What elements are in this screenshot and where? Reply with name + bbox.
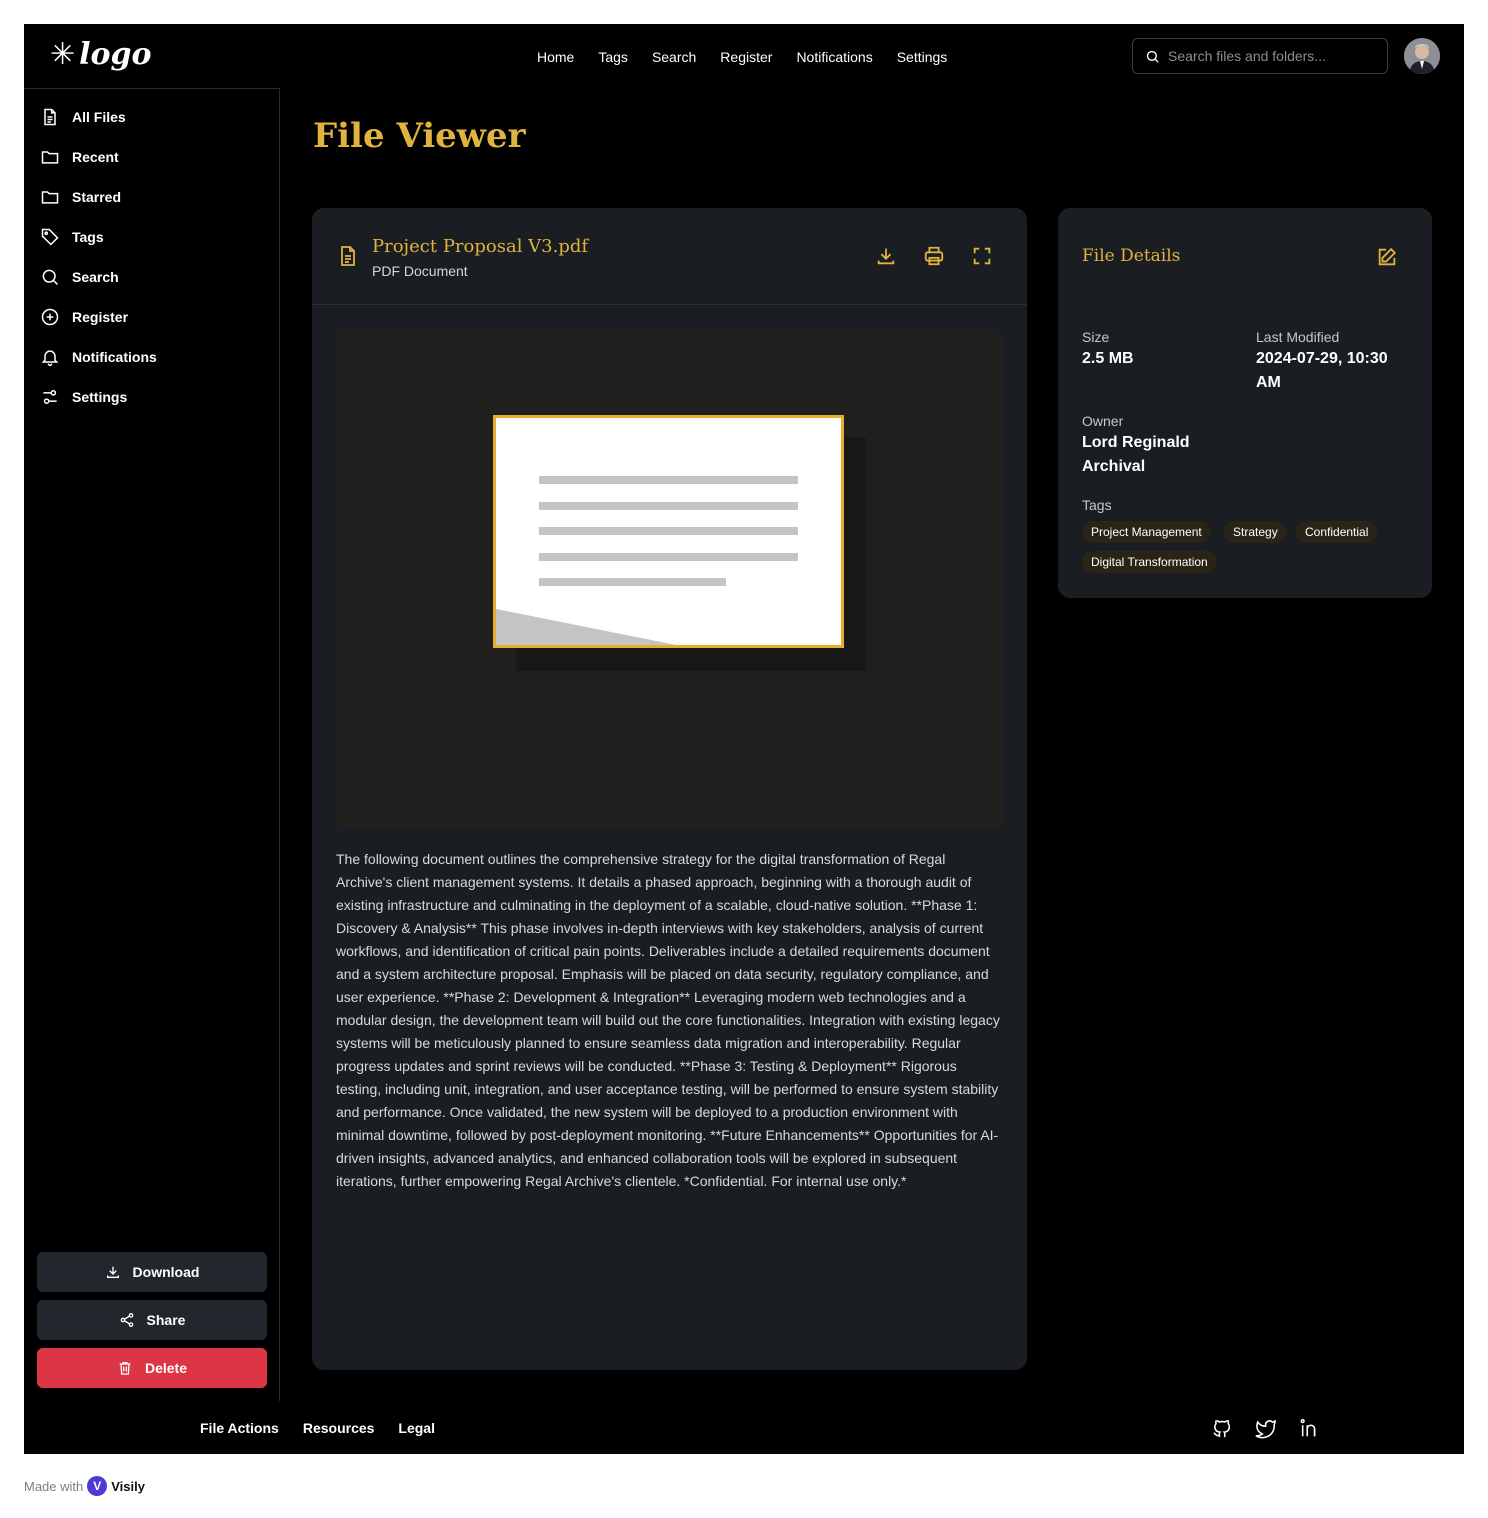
document-thumbnail-icon: [493, 415, 844, 648]
sidebar-item-starred[interactable]: Starred: [40, 185, 121, 209]
print-button[interactable]: [922, 244, 946, 268]
owner-label: Owner: [1082, 413, 1124, 429]
download-file-button[interactable]: [874, 244, 898, 268]
sidebar-item-label: Recent: [72, 149, 119, 165]
edit-icon: [1378, 247, 1397, 266]
file-type: PDF Document: [372, 263, 468, 279]
document-icon: [341, 246, 355, 266]
footer-link-file-actions[interactable]: File Actions: [200, 1420, 279, 1436]
search-input[interactable]: [1168, 48, 1378, 64]
delete-button[interactable]: Delete: [37, 1348, 267, 1388]
twitter-icon: [1255, 1419, 1276, 1439]
sidebar-item-label: Register: [72, 309, 129, 325]
github-icon: [1213, 1419, 1231, 1438]
folder-icon: [41, 191, 59, 204]
sidebar: All Files Recent Starred Tags Search Reg…: [24, 88, 280, 1401]
linkedin-link[interactable]: [1299, 1417, 1321, 1439]
sidebar-item-recent[interactable]: Recent: [40, 145, 119, 169]
document-body-text: The following document outlines the comp…: [336, 851, 1000, 1189]
file-name: Project Proposal V3.pdf: [372, 236, 589, 257]
sidebar-item-label: Starred: [72, 189, 122, 205]
footer-links: File Actions Resources Legal: [200, 1420, 435, 1436]
download-icon: [106, 1266, 119, 1278]
top-nav: Home Tags Search Register Notifications …: [537, 48, 947, 66]
sidebar-item-search[interactable]: Search: [40, 265, 119, 289]
footer-link-resources[interactable]: Resources: [303, 1420, 375, 1436]
size-label: Size: [1082, 329, 1110, 345]
sliders-icon: [43, 390, 57, 404]
download-icon: [877, 248, 895, 265]
file-icon: [44, 108, 56, 126]
tags-label: Tags: [1082, 497, 1112, 513]
owner-value: Lord Reginald Archival: [1082, 434, 1190, 475]
made-with-watermark[interactable]: Made with V Visily: [24, 1476, 145, 1496]
download-button[interactable]: Download: [37, 1252, 267, 1292]
footer-link-legal[interactable]: Legal: [398, 1420, 435, 1436]
sidebar-item-label: Search: [72, 269, 119, 285]
search-icon: [1146, 50, 1159, 63]
tag-confidential[interactable]: Confidential: [1296, 521, 1378, 543]
app-window: ✳ logo Home Tags Search Register Notific…: [24, 24, 1464, 1454]
nav-notifications[interactable]: Notifications: [796, 48, 872, 66]
header-search[interactable]: [1132, 38, 1388, 74]
nav-register[interactable]: Register: [720, 48, 772, 66]
modified-label: Last Modified: [1256, 329, 1340, 345]
nav-home[interactable]: Home: [537, 48, 574, 66]
top-header: ✳ logo Home Tags Search Register Notific…: [24, 24, 1464, 88]
edit-details-button[interactable]: [1376, 246, 1398, 268]
asterisk-logo-icon: ✳: [50, 37, 76, 72]
nav-settings[interactable]: Settings: [897, 48, 948, 66]
github-link[interactable]: [1211, 1417, 1233, 1439]
avatar[interactable]: [1404, 38, 1440, 74]
sidebar-item-label: Settings: [72, 389, 128, 405]
file-details-card: File Details Size 2.5 MB Last Modified 2…: [1058, 208, 1432, 598]
made-with-text: Made with: [24, 1478, 84, 1494]
twitter-link[interactable]: [1255, 1417, 1277, 1439]
sidebar-item-all-files[interactable]: All Files: [40, 105, 126, 129]
sidebar-item-tags[interactable]: Tags: [40, 225, 104, 249]
logo[interactable]: ✳ logo: [50, 38, 152, 72]
viewer-header: Project Proposal V3.pdf PDF Document: [312, 208, 1027, 305]
linkedin-icon: [1300, 1418, 1316, 1437]
modified-value: 2024-07-29, 10:30 AM: [1256, 350, 1388, 391]
tag-strategy[interactable]: Strategy: [1224, 521, 1287, 543]
sidebar-item-label: Notifications: [72, 349, 157, 365]
file-viewer-card: Project Proposal V3.pdf PDF Document The…: [312, 208, 1027, 1370]
sidebar-item-notifications[interactable]: Notifications: [40, 345, 157, 369]
search-icon: [42, 269, 59, 286]
tag-project-management[interactable]: Project Management: [1082, 521, 1211, 543]
sidebar-item-settings[interactable]: Settings: [40, 385, 127, 409]
trash-icon: [119, 1362, 131, 1375]
download-label: Download: [132, 1264, 200, 1280]
sidebar-item-label: All Files: [72, 109, 126, 125]
bell-icon: [41, 350, 59, 367]
share-label: Share: [146, 1312, 186, 1328]
user-avatar-icon: [1404, 38, 1440, 74]
details-title: File Details: [1082, 246, 1181, 266]
size-value: 2.5 MB: [1082, 350, 1134, 367]
share-button[interactable]: Share: [37, 1300, 267, 1340]
page-title: File Viewer: [313, 116, 526, 156]
nav-search[interactable]: Search: [652, 48, 696, 66]
sidebar-item-label: Tags: [72, 229, 104, 245]
nav-tags[interactable]: Tags: [598, 48, 628, 66]
printer-icon: [924, 246, 944, 266]
visily-brand: Visily: [111, 1478, 145, 1494]
fullscreen-button[interactable]: [970, 244, 994, 268]
tag-digital-transformation[interactable]: Digital Transformation: [1082, 551, 1217, 573]
visily-logo-icon: V: [87, 1476, 108, 1496]
logo-text: logo: [79, 37, 152, 72]
share-icon: [120, 1313, 133, 1327]
sidebar-item-register[interactable]: Register: [40, 305, 128, 329]
document-preview: [336, 329, 1003, 828]
plus-circle-icon: [41, 308, 59, 326]
delete-label: Delete: [144, 1360, 188, 1376]
tag-icon: [41, 228, 59, 246]
fullscreen-icon: [973, 247, 991, 265]
folder-icon: [41, 151, 59, 164]
